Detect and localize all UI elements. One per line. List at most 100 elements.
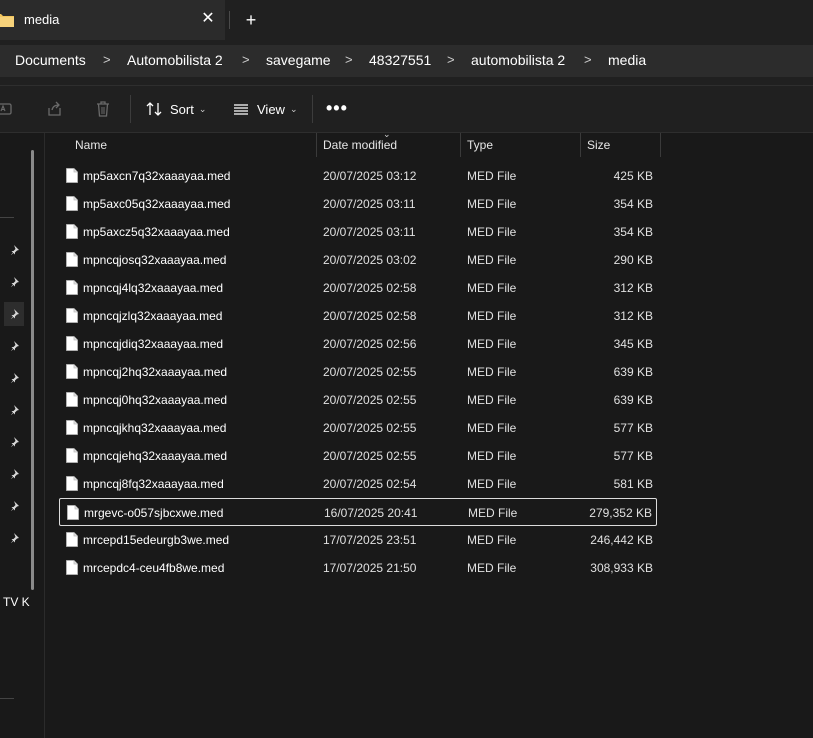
file-type: MED File [467,169,517,183]
file-size: 312 KB [613,309,653,323]
file-name: mpncqj8fq32xaaayaa.med [83,477,224,491]
chevron-right-icon[interactable]: > [345,52,353,67]
file-type: MED File [467,449,517,463]
file-row[interactable]: mpncqjdiq32xaaayaa.med 20/07/2025 02:56 … [59,330,657,358]
delete-icon[interactable] [94,100,112,118]
sidebar-scrollbar[interactable] [31,150,34,590]
close-icon[interactable]: ✕ [198,9,218,29]
tab-title: media [24,12,60,27]
file-name: mpncqjosq32xaaayaa.med [83,253,227,267]
file-row[interactable]: mpncqj2hq32xaaayaa.med 20/07/2025 02:55 … [59,358,657,386]
file-icon [66,532,78,547]
file-size: 279,352 KB [589,506,652,520]
file-row[interactable]: mpncqj4lq32xaaayaa.med 20/07/2025 02:58 … [59,274,657,302]
column-header-type[interactable]: Type [467,138,493,152]
file-icon [66,224,78,239]
file-icon [66,420,78,435]
file-name: mrcepdc4-ceu4fb8we.med [83,561,225,575]
file-row[interactable]: mpncqjkhq32xaaayaa.med 20/07/2025 02:55 … [59,414,657,442]
file-type: MED File [467,281,517,295]
file-size: 354 KB [613,197,653,211]
file-type: MED File [467,533,517,547]
file-row[interactable]: mp5axcz5q32xaaayaa.med 20/07/2025 03:11 … [59,218,657,246]
file-icon [66,280,78,295]
file-icon [66,476,78,491]
chevron-right-icon[interactable]: > [447,52,455,67]
file-row[interactable]: mpncqjzlq32xaaayaa.med 20/07/2025 02:58 … [59,302,657,330]
rename-icon[interactable] [0,100,14,118]
file-type: MED File [467,253,517,267]
chevron-right-icon[interactable]: > [242,52,250,67]
pin-icon[interactable] [4,430,24,454]
pin-icon[interactable] [4,398,24,422]
file-icon [66,252,78,267]
chevron-right-icon[interactable]: > [103,52,111,67]
file-size: 290 KB [613,253,653,267]
file-row[interactable]: mp5axcn7q32xaaayaa.med 20/07/2025 03:12 … [59,162,657,190]
file-size: 639 KB [613,393,653,407]
column-separator[interactable] [316,133,317,157]
column-header-date[interactable]: Date modified [323,138,397,152]
toolbar-separator [130,95,131,123]
column-separator[interactable] [660,133,661,157]
file-icon [66,364,78,379]
breadcrumb-item-documents[interactable]: Documents [15,52,86,68]
column-header-size[interactable]: Size [587,138,610,152]
file-icon [66,448,78,463]
file-size: 308,933 KB [590,561,653,575]
pin-icon[interactable] [4,270,24,294]
column-separator[interactable] [460,133,461,157]
file-name: mp5axc05q32xaaayaa.med [83,197,231,211]
pin-icon[interactable] [4,334,24,358]
new-tab-button[interactable]: + [240,9,262,31]
file-date-modified: 20/07/2025 03:02 [323,253,417,267]
breadcrumb-item-automobilista-2[interactable]: Automobilista 2 [127,52,223,68]
file-type: MED File [467,225,517,239]
breadcrumb[interactable]: Documents > Automobilista 2 > savegame >… [0,45,813,77]
file-date-modified: 20/07/2025 02:55 [323,365,417,379]
file-row[interactable]: mpncqj8fq32xaaayaa.med 20/07/2025 02:54 … [59,470,657,498]
pin-icon[interactable] [4,302,24,326]
chevron-right-icon[interactable]: > [584,52,592,67]
file-row[interactable]: mrcepdc4-ceu4fb8we.med 17/07/2025 21:50 … [59,554,657,582]
file-row[interactable]: mp5axc05q32xaaayaa.med 20/07/2025 03:11 … [59,190,657,218]
file-icon [67,505,79,520]
pin-icon[interactable] [4,462,24,486]
file-date-modified: 20/07/2025 02:58 [323,309,417,323]
view-icon [234,104,248,115]
sort-button[interactable]: Sort ⌄ [146,96,206,122]
share-icon[interactable] [46,100,64,118]
tab-bar: media ✕ + [0,0,813,40]
pin-icon[interactable] [4,366,24,390]
file-date-modified: 20/07/2025 03:12 [323,169,417,183]
column-header-name[interactable]: Name [75,138,107,152]
view-button[interactable]: View ⌄ [233,96,298,122]
breadcrumb-item-48327551[interactable]: 48327551 [369,52,431,68]
file-row[interactable]: mrgevc-o057sjbcxwe.med 16/07/2025 20:41 … [59,498,657,526]
file-row[interactable]: mrcepd15edeurgb3we.med 17/07/2025 23:51 … [59,526,657,554]
tab-separator [229,11,230,29]
file-list: Name ⌄ Date modified Type Size mp5axcn7q… [45,129,813,738]
file-name: mrcepd15edeurgb3we.med [83,533,230,547]
file-name: mpncqjzlq32xaaayaa.med [83,309,223,323]
file-row[interactable]: mpncqjehq32xaaayaa.med 20/07/2025 02:55 … [59,442,657,470]
breadcrumb-item-automobilista-2-lower[interactable]: automobilista 2 [471,52,565,68]
file-size: 639 KB [613,365,653,379]
file-row[interactable]: mpncqj0hq32xaaayaa.med 20/07/2025 02:55 … [59,386,657,414]
file-row[interactable]: mpncqjosq32xaaayaa.med 20/07/2025 03:02 … [59,246,657,274]
chevron-down-icon: ⌄ [289,103,298,114]
breadcrumb-item-savegame[interactable]: savegame [266,52,331,68]
file-icon [66,196,78,211]
file-type: MED File [468,506,518,520]
tab-media[interactable]: media ✕ [0,0,225,40]
pin-icon[interactable] [4,526,24,550]
column-separator[interactable] [580,133,581,157]
pin-icon[interactable] [4,494,24,518]
file-date-modified: 20/07/2025 03:11 [323,197,416,211]
sidebar-item-label[interactable]: TV K [3,595,30,609]
file-name: mrgevc-o057sjbcxwe.med [84,506,224,520]
more-icon[interactable]: ••• [326,98,348,119]
pin-icon[interactable] [4,238,24,262]
breadcrumb-item-media[interactable]: media [608,52,646,68]
file-name: mpncqj0hq32xaaayaa.med [83,393,228,407]
